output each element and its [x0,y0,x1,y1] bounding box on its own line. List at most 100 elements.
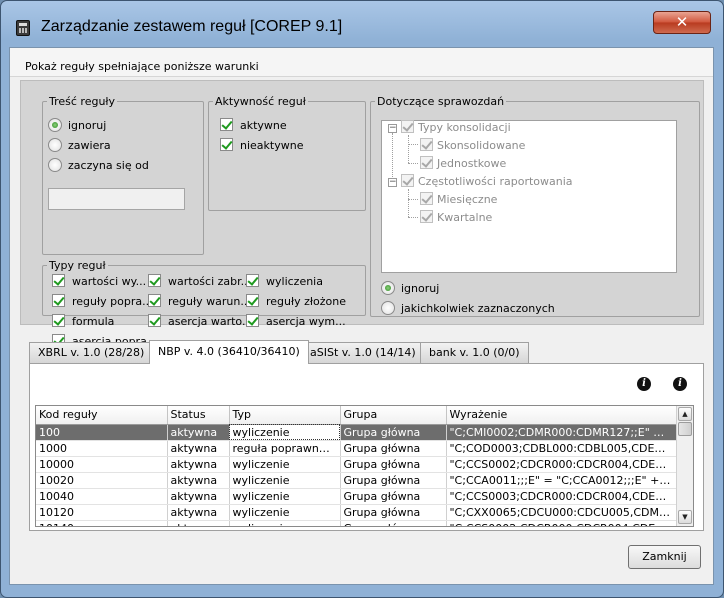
table-cell: 10120 [36,504,168,521]
radio-indicator [48,118,62,132]
group-typy-regul: Typy reguł wartości wy... wartości zabr.… [42,259,366,348]
table-row[interactable]: 10140aktywnawyliczenieGrupa główna"C;CCS… [36,520,677,526]
radio-indicator [48,158,62,172]
radio-label: ignoruj [401,282,440,295]
checkbox-label: reguły popra... [72,295,153,308]
table-cell: wyliczenie [229,472,341,489]
scroll-thumb[interactable] [678,422,692,436]
rules-grid[interactable]: Kod reguły Status Typ Grupa Wyrażenie 10… [35,405,694,527]
calculator-icon [16,20,30,36]
table-cell: Grupa główna [340,440,447,457]
radio-indicator [381,281,395,295]
tab-content-panel: i i Kod reguły Status Typ Grupa Wyrażeni… [29,363,704,531]
checkbox-indicator [52,274,65,287]
checkbox-label: nieaktywne [240,139,304,152]
filter-panel: Treść reguły ignoruj zawiera zaczyna się… [20,80,704,348]
tree-label: Typy konsolidacji [418,121,511,134]
header-bar: Pokaż reguły spełniające poniższe warunk… [10,48,713,77]
close-window-button[interactable]: ✕ [653,11,711,34]
table-cell: aktywna [167,440,230,457]
checkbox-indicator [246,314,259,327]
checkbox-indicator [148,314,161,327]
dialog-window: Zarządzanie zestawem reguł [COREP 9.1] ✕… [0,0,724,598]
tree-label: Kwartalne [437,211,493,224]
checkbox-indicator [148,274,161,287]
group-tresc-legend: Treść reguły [49,95,116,108]
radio-label: ignoruj [68,119,107,132]
column-header-status[interactable]: Status [167,406,230,425]
info-outline-icon[interactable]: i [637,377,651,391]
table-cell: Grupa główna [340,424,447,441]
table-cell: 10140 [36,520,168,526]
table-row[interactable]: 1000 aktywna reguła poprawności Grupa główn… [36,440,677,457]
table-row[interactable]: 10120 aktywna wyliczenie Grupa główna "C;CXX… [36,504,677,521]
checkbox-label: aktywne [240,119,287,132]
table-row[interactable]: 10000 aktywna wyliczenie Grupa główna "C;CCS… [36,456,677,473]
title-bar[interactable]: Zarządzanie zestawem reguł [COREP 9.1] ✕ [1,1,723,41]
checkbox-indicator [220,118,233,131]
tree-label: Jednostkowe [437,157,507,170]
tab-asist[interactable]: aSISt v. 1.0 (14/14) [301,342,425,363]
checkbox-indicator [52,294,65,307]
checkbox-indicator [246,294,259,307]
column-header-kod[interactable]: Kod reguły [36,406,168,425]
checkbox-indicator [401,120,414,133]
checkbox-label: asercja warto... [168,315,253,328]
checkbox-indicator [52,314,65,327]
group-typy-legend: Typy reguł [49,259,106,272]
column-header-wyrazenie[interactable]: Wyrażenie [446,406,677,425]
table-cell: 10040 [36,488,168,505]
close-button[interactable]: Zamknij [628,545,701,569]
scroll-up-icon[interactable]: ▲ [678,407,692,421]
group-dotyczace-legend: Dotyczące sprawozdań [377,95,505,108]
checkbox-indicator [420,156,433,169]
table-row[interactable]: 100 aktywna wyliczenie Grupa główna "C;CMI00… [36,424,677,441]
table-cell: aktywna [167,472,230,489]
table-cell: wyliczenie [229,488,341,505]
report-tree[interactable]: − Typy konsolidacji Skonsolidowane Jedno… [381,120,677,273]
table-cell: aktywna [167,456,230,473]
collapse-icon[interactable]: − [388,178,397,187]
table-cell: "C;CXX0065;CDCU000:CDCU005,CDMR00... [446,504,677,521]
dialog-client: Pokaż reguły spełniające poniższe warunk… [9,47,714,585]
checkbox-label: wartości zabr... [168,275,252,288]
tree-label: Miesięczne [437,193,498,206]
table-cell: Grupa główna [340,456,447,473]
table-cell: "C;COD0003;CDBL000:CDBL005,CDEV000:... [446,440,677,457]
table-cell: 10000 [36,456,168,473]
checkbox-label: wyliczenia [266,275,323,288]
tab-strip: XBRL v. 1.0 (28/28) NBP v. 4.0 (36410/36… [29,340,709,364]
group-aktywnosc-legend: Aktywność reguł [215,95,306,108]
collapse-icon[interactable]: − [388,124,397,133]
tab-xbrl[interactable]: XBRL v. 1.0 (28/28) [29,342,154,363]
column-header-grupa[interactable]: Grupa [340,406,447,425]
table-cell: "C;CCS0002;CDCR000:CDCR004,CDEC000... [446,456,677,473]
table-row[interactable]: 10020 aktywna wyliczenie Grupa główna "C;CCA… [36,472,677,489]
radio-label: zaczyna się od [68,159,149,172]
tab-nbp[interactable]: NBP v. 4.0 (36410/36410) [149,340,309,364]
table-cell: aktywna [167,504,230,521]
checkbox-indicator [420,192,433,205]
table-cell: wyliczenie [229,520,341,526]
tresc-text-input[interactable] [48,188,185,210]
table-header-row: Kod reguły Status Typ Grupa Wyrażenie [36,406,677,425]
table-cell: Grupa główna [340,488,447,505]
column-header-typ[interactable]: Typ [229,406,341,425]
radio-indicator [48,138,62,152]
grid-vertical-scrollbar[interactable]: ▲ ▼ [676,406,693,526]
group-tresc-reguly: Treść reguły ignoruj zawiera zaczyna się… [42,95,204,255]
info-icon[interactable]: i [673,377,687,391]
group-aktywnosc: Aktywność reguł aktywne nieaktywne [208,95,366,211]
checkbox-indicator [420,138,433,151]
checkbox-label: reguły złożone [266,295,347,308]
table-cell: reguła poprawności [229,440,341,457]
table-cell: aktywna [167,520,230,526]
tab-bank[interactable]: bank v. 1.0 (0/0) [420,342,529,363]
radio-indicator [381,301,395,315]
table-cell: 10020 [36,472,168,489]
scroll-down-icon[interactable]: ▼ [678,510,692,524]
radio-label: zawiera [68,139,111,152]
checkbox-indicator [420,210,433,223]
checkbox-label: reguły warun... [168,295,251,308]
table-row[interactable]: 10040 aktywna wyliczenie Grupa główna "C;CCS… [36,488,677,505]
